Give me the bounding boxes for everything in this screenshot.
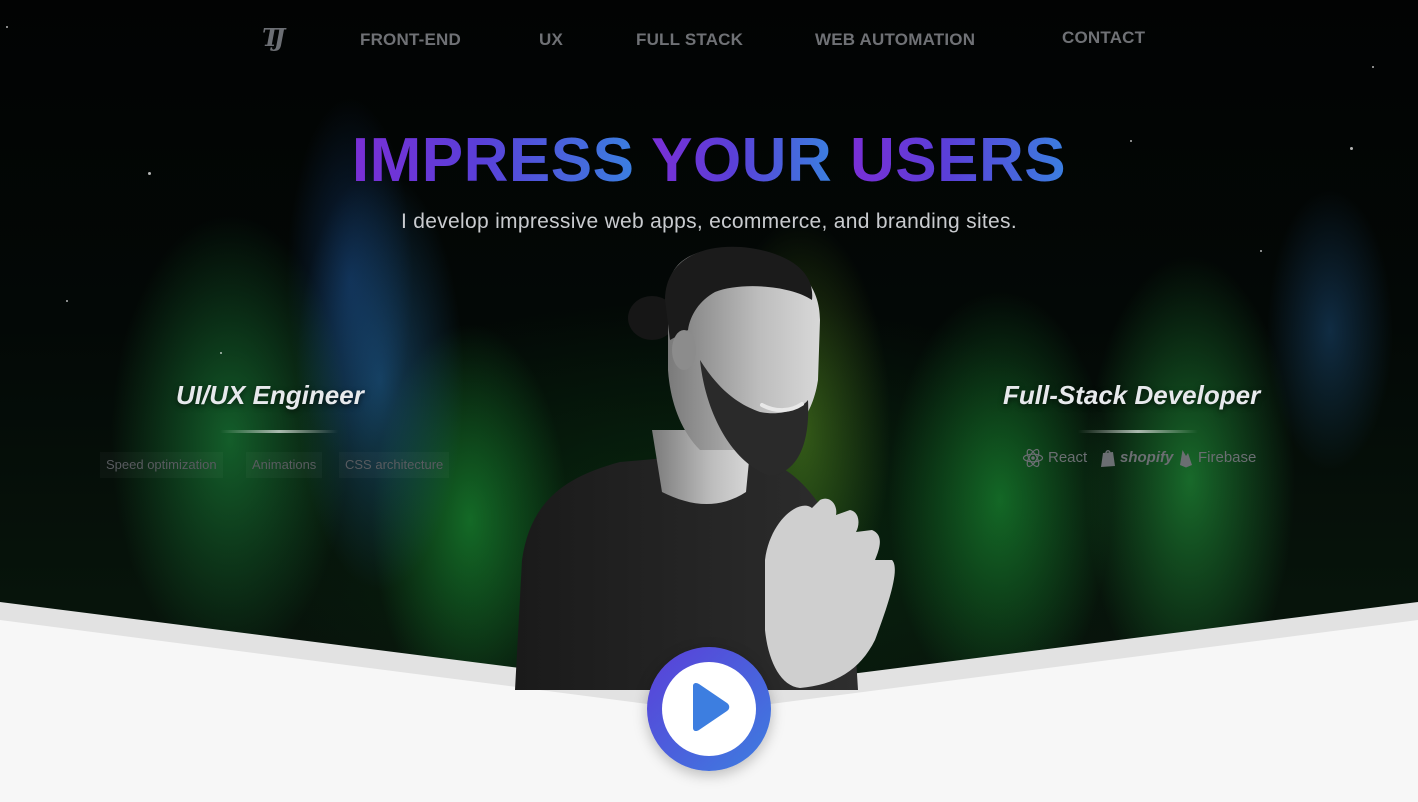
nav-link-contact[interactable]: CONTACT <box>1062 28 1145 48</box>
tech-label: React <box>1048 449 1088 466</box>
play-video-button[interactable] <box>647 647 771 771</box>
top-navigation: TJ FRONT-END UX FULL STACK WEB AUTOMATIO… <box>0 0 1418 80</box>
nav-link-full-stack[interactable]: FULL STACK <box>636 30 743 50</box>
tech-firebase: Firebase <box>1178 446 1256 470</box>
tech-label: Firebase <box>1198 449 1257 466</box>
play-button-inner <box>662 662 756 756</box>
left-divider <box>220 430 338 433</box>
right-divider <box>1078 430 1198 433</box>
skill-tag: CSS architecture <box>339 452 449 478</box>
headline-word: IMPRESS <box>351 126 635 195</box>
ui-ux-engineer-title: UI/UX Engineer <box>176 380 364 410</box>
skill-tag: Animations <box>246 452 322 478</box>
nav-link-ux[interactable]: UX <box>539 30 563 50</box>
hero-subheadline: I develop impressive web apps, ecommerce… <box>401 210 1017 233</box>
star <box>66 300 68 302</box>
tech-label: shopify <box>1120 449 1174 466</box>
skill-tag: Speed optimization <box>100 452 223 478</box>
star <box>1260 250 1262 252</box>
headline-word: USERS <box>849 126 1067 195</box>
hero-headline: IMPRESS YOUR USERS <box>0 126 1418 196</box>
headline-word: YOUR <box>651 126 833 195</box>
full-stack-developer-title: Full-Stack Developer <box>1003 380 1261 410</box>
shopify-icon <box>1100 448 1116 468</box>
nav-link-web-automation[interactable]: WEB AUTOMATION <box>815 30 975 50</box>
nav-link-front-end[interactable]: FRONT-END <box>360 30 461 50</box>
star <box>220 352 222 354</box>
play-icon <box>687 682 731 737</box>
logo[interactable]: TJ <box>262 24 292 52</box>
react-icon <box>1022 447 1044 469</box>
firebase-icon <box>1178 448 1194 468</box>
tech-react: React <box>1022 446 1087 470</box>
tech-shopify: shopify <box>1100 446 1173 470</box>
